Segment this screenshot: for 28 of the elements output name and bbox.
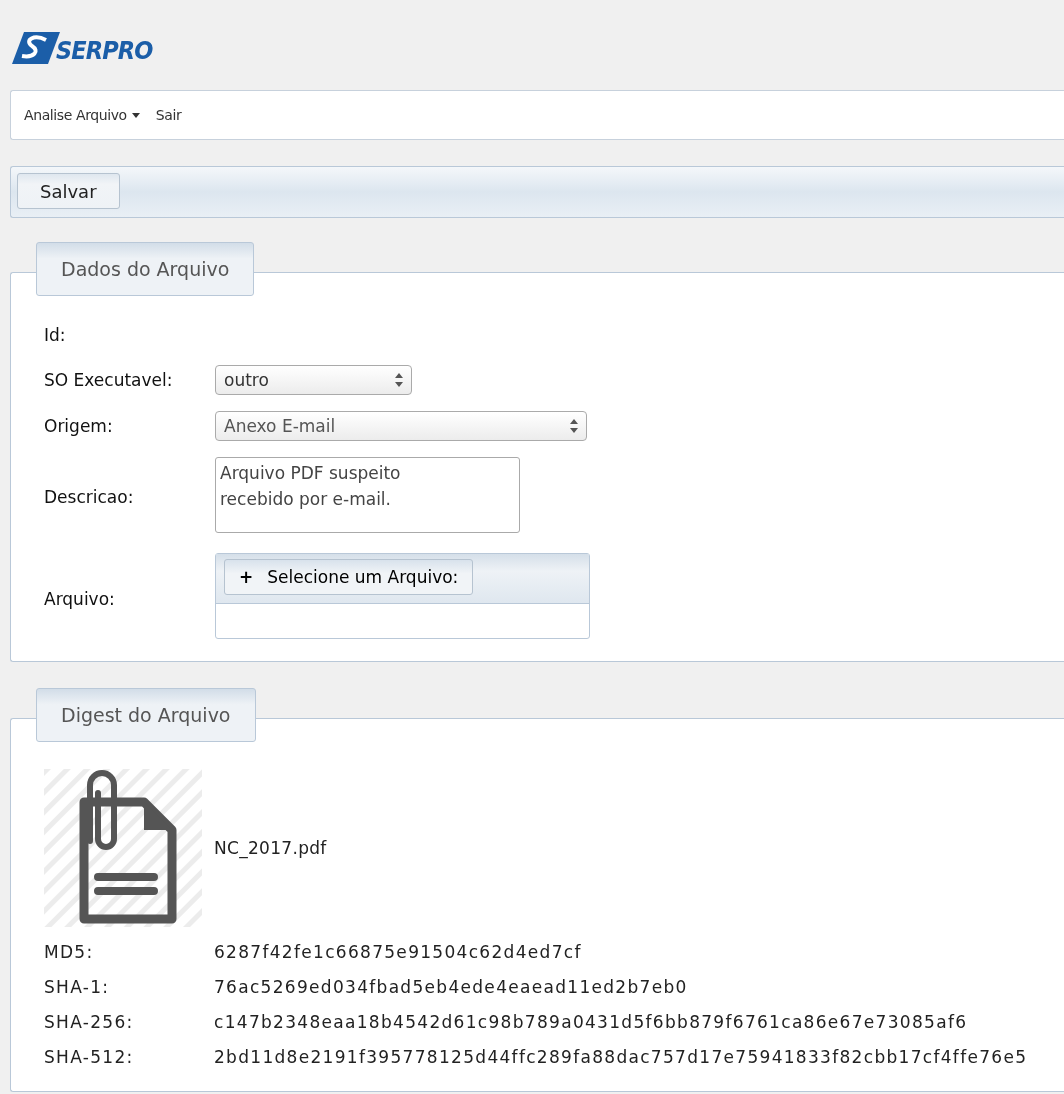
hash-label: MD5: bbox=[44, 941, 95, 964]
select-field[interactable]: outro bbox=[215, 365, 412, 395]
hash-value: 76ac5269ed034fbad5eb4ede4eaead11ed2b7eb0 bbox=[214, 976, 689, 999]
hash-value: c147b2348eaa18b4542d61c98b789a0431d5f6bb879f6761ca86e67e73085af6 bbox=[214, 1011, 969, 1034]
field-label: SO Executavel: bbox=[44, 370, 174, 390]
spinner-arrows-icon bbox=[395, 373, 403, 387]
field-label: Descricao: bbox=[44, 487, 135, 507]
description-field[interactable]: Arquivo PDF suspeito recebido por e-mail. bbox=[215, 457, 520, 533]
save-button[interactable]: Salvar bbox=[17, 173, 120, 209]
hash-label: SHA-512: bbox=[44, 1046, 135, 1069]
caret-icon bbox=[131, 112, 140, 118]
menu-dropdown[interactable]: Analise Arquivo bbox=[24, 107, 140, 123]
hash-value: 2bd11d8e2191f395778125d44ffc289fa88dac757d17e75941833f82cbb17cf4ffe76e5 bbox=[214, 1046, 1029, 1069]
select-field[interactable]: Anexo E-mail bbox=[215, 411, 587, 441]
hash-label: SHA-1: bbox=[44, 976, 111, 999]
field-label: Id: bbox=[44, 325, 67, 345]
menu-link[interactable]: Sair bbox=[155, 107, 182, 123]
field-label: Arquivo: bbox=[44, 589, 116, 609]
field-label: Origem: bbox=[44, 416, 114, 436]
attached-document-icon bbox=[44, 769, 202, 927]
panel-legend: Digest do Arquivo bbox=[36, 688, 256, 742]
file-name: NC_2017.pdf bbox=[214, 838, 327, 858]
panel-legend: Dados do Arquivo bbox=[36, 242, 255, 296]
hash-label: SHA-256: bbox=[44, 1011, 135, 1034]
select-file-button[interactable]: + Selecione um Arquivo: bbox=[224, 559, 474, 595]
logo-text: SERPRO bbox=[56, 38, 153, 64]
hash-value: 6287f42fe1c66875e91504c62d4ed7cf bbox=[214, 941, 583, 964]
spinner-arrows-icon bbox=[570, 419, 578, 433]
